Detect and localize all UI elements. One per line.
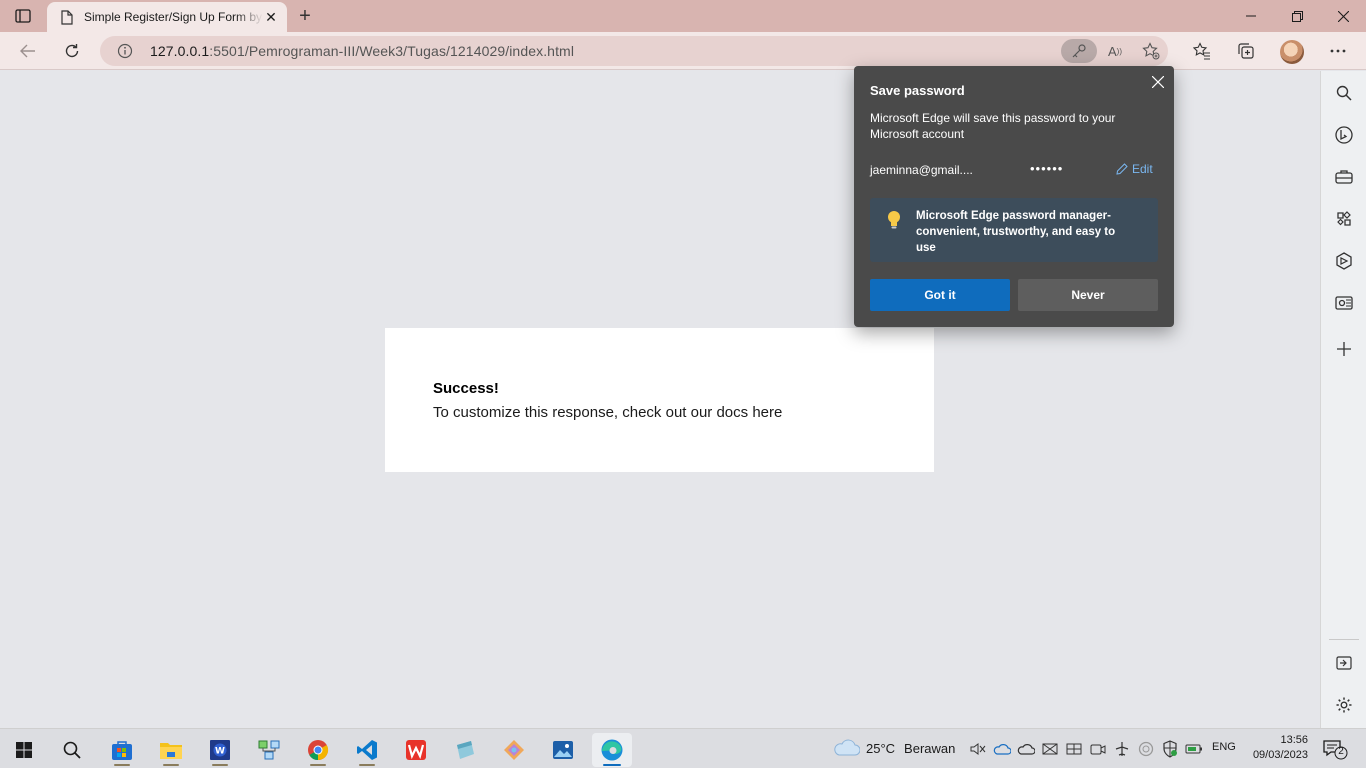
dialog-title: Save password bbox=[870, 83, 965, 98]
close-dialog-icon[interactable] bbox=[1148, 72, 1168, 92]
read-aloud-icon[interactable]: A)) bbox=[1102, 39, 1128, 63]
url-path: :5501/Pemrograman-III/Week3/Tugas/121402… bbox=[209, 43, 575, 59]
saved-password-mask: •••••• bbox=[1030, 161, 1064, 176]
input-language[interactable]: ENG bbox=[1212, 741, 1236, 753]
edge-sidebar bbox=[1320, 71, 1366, 728]
notification-count: 2 bbox=[1338, 746, 1344, 757]
hide-sidebar-icon[interactable] bbox=[1330, 649, 1358, 677]
close-tab-icon[interactable]: ✕ bbox=[263, 9, 279, 25]
lightbulb-icon bbox=[886, 210, 902, 230]
search-icon[interactable] bbox=[1330, 79, 1358, 107]
more-options-icon[interactable] bbox=[1323, 36, 1353, 66]
tools-icon[interactable] bbox=[1330, 163, 1358, 191]
password-manager-tip: Microsoft Edge password manager- conveni… bbox=[870, 198, 1158, 262]
svg-text:W: W bbox=[215, 747, 225, 757]
photos-icon[interactable] bbox=[543, 733, 583, 767]
url-host: 127.0.0.1 bbox=[150, 43, 210, 59]
tray-app-icon-3[interactable] bbox=[1136, 739, 1156, 759]
running-indicator bbox=[163, 764, 179, 766]
microsoft-store-icon[interactable] bbox=[102, 733, 142, 767]
edge-browser-icon[interactable] bbox=[592, 733, 632, 767]
site-info-icon[interactable] bbox=[114, 40, 136, 62]
battery-icon[interactable] bbox=[1184, 739, 1204, 759]
cloud-icon bbox=[834, 739, 860, 756]
success-card: Success! To customize this response, che… bbox=[385, 328, 934, 472]
clock[interactable]: 13:56 09/03/2023 bbox=[1250, 733, 1308, 763]
vscode-icon[interactable] bbox=[347, 733, 387, 767]
address-bar[interactable]: 127.0.0.1:5501/Pemrograman-III/Week3/Tug… bbox=[100, 36, 1168, 66]
weather-condition: Berawan bbox=[904, 740, 956, 756]
games-icon[interactable] bbox=[1330, 205, 1358, 233]
bing-chat-icon[interactable] bbox=[1330, 121, 1358, 149]
tray-app-icon-2[interactable] bbox=[1064, 739, 1084, 759]
sidebar-divider bbox=[1329, 639, 1359, 640]
clock-time: 13:56 bbox=[1280, 734, 1308, 746]
word-app-icon[interactable]: W bbox=[200, 733, 240, 767]
close-window-icon[interactable] bbox=[1320, 0, 1366, 32]
add-favorite-icon[interactable] bbox=[1138, 39, 1164, 63]
settings-gear-icon[interactable] bbox=[1330, 691, 1358, 719]
wps-office-icon[interactable] bbox=[396, 733, 436, 767]
chrome-icon[interactable] bbox=[298, 733, 338, 767]
outlook-icon[interactable] bbox=[1330, 289, 1358, 317]
success-title: Success! bbox=[433, 380, 499, 397]
start-windows-icon[interactable] bbox=[4, 733, 44, 767]
windows-taskbar: W 25°C Berawan ENG 13:56 09/03/2023 2 bbox=[0, 728, 1366, 768]
tray-app-icon-1[interactable] bbox=[1040, 739, 1060, 759]
network-tool-icon[interactable] bbox=[249, 733, 289, 767]
url-text: 127.0.0.1:5501/Pemrograman-III/Week3/Tug… bbox=[150, 43, 574, 59]
speaker-muted-icon[interactable] bbox=[968, 739, 988, 759]
minimize-icon[interactable] bbox=[1228, 0, 1274, 32]
back-arrow-icon[interactable] bbox=[13, 36, 43, 66]
tab-actions-icon[interactable] bbox=[10, 6, 36, 26]
office-icon[interactable] bbox=[1330, 247, 1358, 275]
collections-icon[interactable] bbox=[1231, 36, 1261, 66]
pencil-icon bbox=[1116, 163, 1128, 175]
security-shield-icon[interactable] bbox=[1160, 739, 1180, 759]
running-indicator bbox=[359, 764, 375, 766]
sticky-notes-icon[interactable] bbox=[445, 733, 485, 767]
page-icon bbox=[59, 9, 75, 25]
weather-widget[interactable]: 25°C Berawan bbox=[832, 739, 955, 757]
onedrive-icon[interactable] bbox=[992, 739, 1012, 759]
save-password-dialog: Save password Microsoft Edge will save t… bbox=[854, 66, 1174, 327]
tip-text: Microsoft Edge password manager- conveni… bbox=[916, 210, 1116, 254]
running-indicator bbox=[212, 764, 228, 766]
meet-now-icon[interactable] bbox=[1088, 739, 1108, 759]
success-message: To customize this response, check out ou… bbox=[433, 404, 783, 421]
got-it-button[interactable]: Got it bbox=[870, 279, 1010, 311]
password-key-icon[interactable] bbox=[1061, 39, 1097, 63]
dialog-description: Microsoft Edge will save this password t… bbox=[870, 111, 1116, 141]
saved-username: jaeminna@gmail.... bbox=[870, 163, 973, 177]
clock-date: 09/03/2023 bbox=[1252, 749, 1308, 761]
profile-avatar[interactable] bbox=[1280, 40, 1304, 64]
active-app-indicator bbox=[603, 764, 621, 766]
browser-tab[interactable]: Simple Register/Sign Up Form by ✕ bbox=[47, 2, 287, 32]
new-tab-icon[interactable]: + bbox=[293, 5, 317, 27]
file-explorer-icon[interactable] bbox=[151, 733, 191, 767]
favorites-icon[interactable] bbox=[1187, 36, 1217, 66]
browser-title-bar: Simple Register/Sign Up Form by ✕ + bbox=[0, 0, 1366, 32]
running-indicator bbox=[114, 764, 130, 766]
taskbar-search-icon[interactable] bbox=[52, 733, 92, 767]
add-sidebar-app-icon[interactable] bbox=[1330, 335, 1358, 363]
running-indicator bbox=[310, 764, 326, 766]
notification-center[interactable]: 2 bbox=[1322, 738, 1348, 760]
restore-icon[interactable] bbox=[1274, 0, 1320, 32]
refresh-icon[interactable] bbox=[57, 36, 87, 66]
tab-title: Simple Register/Sign Up Form by bbox=[84, 10, 263, 24]
git-client-icon[interactable] bbox=[494, 733, 534, 767]
edit-credentials-link[interactable]: Edit bbox=[1116, 162, 1153, 176]
airplane-icon[interactable] bbox=[1112, 739, 1132, 759]
weather-temperature: 25°C bbox=[866, 740, 896, 756]
browser-toolbar: 127.0.0.1:5501/Pemrograman-III/Week3/Tug… bbox=[0, 32, 1366, 70]
never-button[interactable]: Never bbox=[1018, 279, 1158, 311]
onedrive-personal-icon[interactable] bbox=[1016, 739, 1036, 759]
edit-label: Edit bbox=[1132, 162, 1153, 176]
